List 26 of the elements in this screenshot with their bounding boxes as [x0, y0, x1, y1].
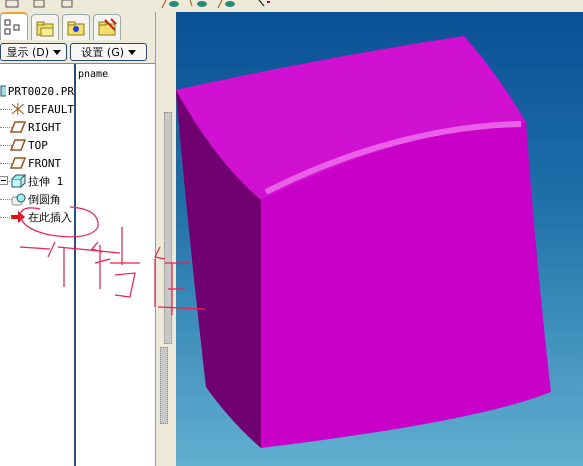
tree-item[interactable]: PRT0020.PR: [8, 84, 74, 98]
navigator-tab[interactable]: [0, 12, 28, 40]
block-icon: [10, 174, 26, 188]
tree-item[interactable]: FRONT: [28, 156, 62, 170]
tree-item[interactable]: 倒圆角: [28, 192, 61, 206]
menu-button[interactable]: 显示 (D): [0, 43, 67, 61]
folder-icon: [97, 18, 117, 38]
plane-icon: [10, 156, 26, 170]
tree-item[interactable]: 在此插入: [28, 210, 72, 224]
menu-button[interactable]: 设置 (G): [70, 43, 147, 61]
rounded-block-icon: [10, 192, 26, 206]
tree-item[interactable]: TOP: [28, 138, 48, 152]
plane-icon: [10, 138, 26, 152]
navigator-tab[interactable]: [93, 14, 121, 40]
collapse-toggle[interactable]: [0, 176, 8, 185]
column-header[interactable]: pname: [78, 69, 108, 80]
axes-icon: [10, 102, 26, 116]
dropdown-caret-icon: [128, 50, 136, 55]
dropdown-caret-icon: [52, 50, 61, 55]
part-icon: [0, 85, 6, 97]
navigator-tab[interactable]: [62, 14, 90, 40]
tree-item[interactable]: RIGHT: [28, 120, 62, 134]
tree-item[interactable]: DEFAULT: [28, 102, 74, 116]
arrow-icon: [10, 210, 26, 224]
plane-icon: [10, 120, 26, 134]
tree-item[interactable]: 拉伸 1: [28, 174, 64, 188]
